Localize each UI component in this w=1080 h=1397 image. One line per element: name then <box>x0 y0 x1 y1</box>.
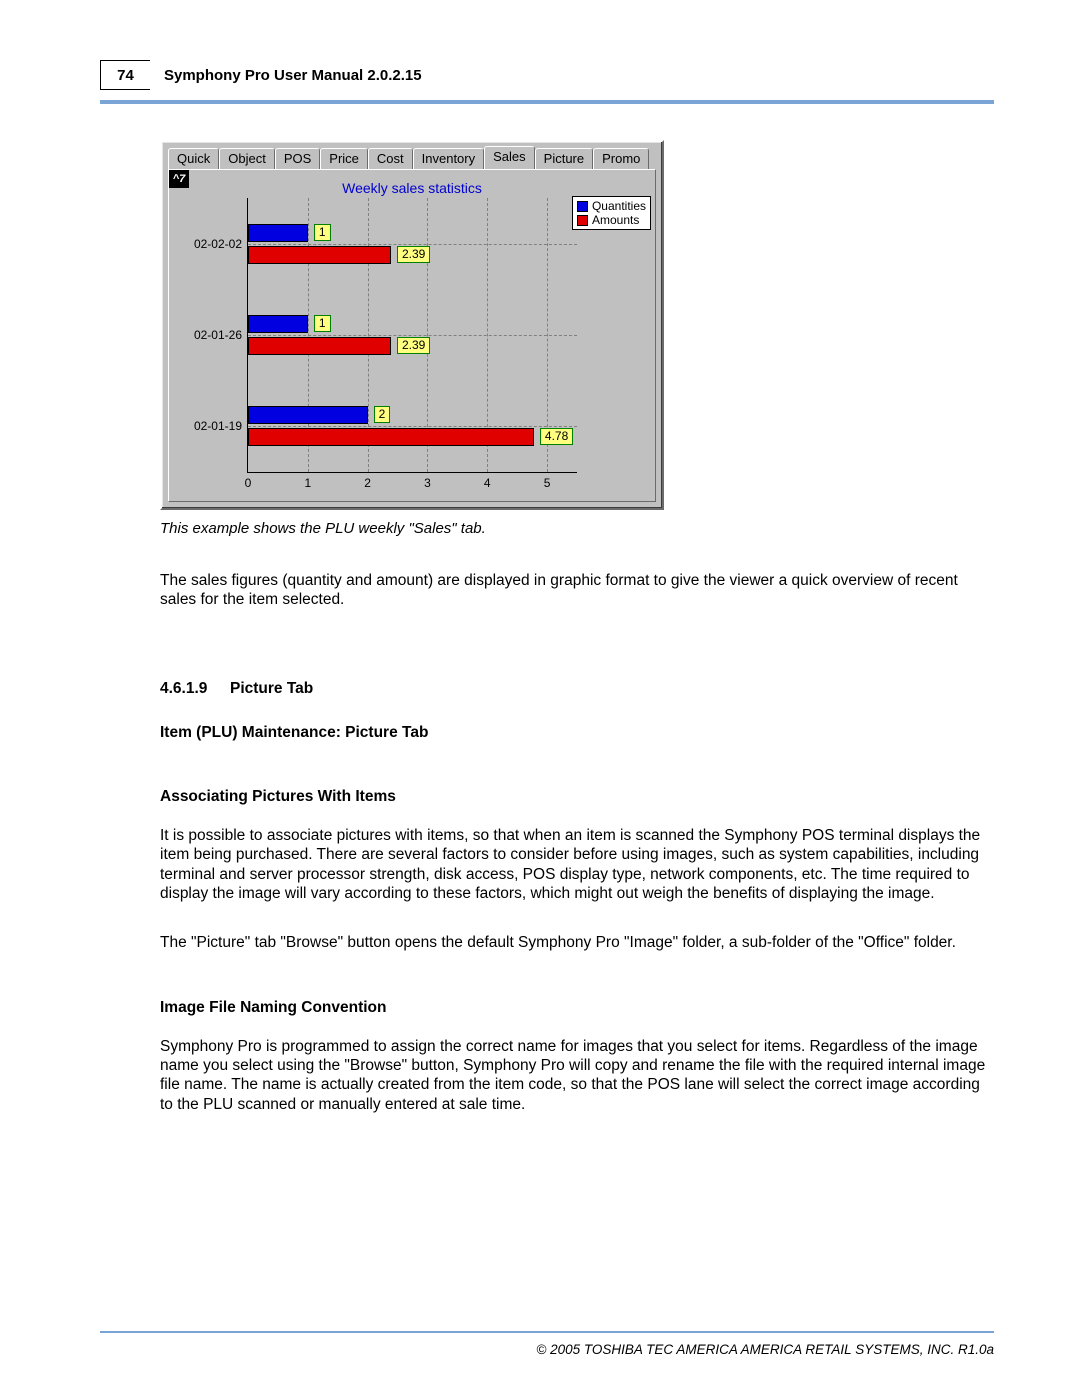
bar-label-quantities: 1 <box>314 315 331 332</box>
y-tick: 02-02-02 <box>194 237 242 251</box>
bar-label-amounts: 2.39 <box>397 337 430 354</box>
figure-caption: This example shows the PLU weekly "Sales… <box>160 520 994 537</box>
sales-tab-screenshot: Quick Object POS Price Cost Inventory Sa… <box>160 140 664 510</box>
tab-promo[interactable]: Promo <box>593 148 649 170</box>
tab-strip: Quick Object POS Price Cost Inventory Sa… <box>168 148 649 170</box>
paragraph-assoc-1: It is possible to associate pictures wit… <box>160 826 994 904</box>
x-tick: 1 <box>304 476 311 490</box>
subheading-associating-pictures: Associating Pictures With Items <box>160 788 994 806</box>
x-tick: 5 <box>544 476 551 490</box>
section-title: Picture Tab <box>230 680 313 698</box>
paragraph-sales-desc: The sales figures (quantity and amount) … <box>160 571 994 610</box>
bar-quantities <box>248 315 308 333</box>
bar-label-amounts: 2.39 <box>397 246 430 263</box>
legend: Quantities Amounts <box>572 196 651 230</box>
tab-inventory[interactable]: Inventory <box>413 148 484 170</box>
bar-label-amounts: 4.78 <box>540 428 573 445</box>
x-tick: 2 <box>364 476 371 490</box>
subheading-plu-maintenance: Item (PLU) Maintenance: Picture Tab <box>160 724 994 742</box>
legend-swatch-amounts <box>577 215 588 226</box>
bar-amounts <box>248 428 534 446</box>
paragraph-assoc-2: The "Picture" tab "Browse" button opens … <box>160 933 994 952</box>
bar-amounts <box>248 337 391 355</box>
bar-amounts <box>248 246 391 264</box>
legend-swatch-quantities <box>577 201 588 212</box>
tab-client: ^7 Weekly sales statistics Quantities Am… <box>168 169 656 502</box>
tab-picture[interactable]: Picture <box>535 148 593 170</box>
legend-label-amounts: Amounts <box>592 213 639 227</box>
page-title: Symphony Pro User Manual 2.0.2.15 <box>150 60 994 90</box>
paragraph-naming: Symphony Pro is programmed to assign the… <box>160 1037 994 1115</box>
tab-sales[interactable]: Sales <box>484 146 535 170</box>
x-tick: 0 <box>245 476 252 490</box>
y-tick: 02-01-26 <box>194 328 242 342</box>
bar-quantities <box>248 224 308 242</box>
tab-price[interactable]: Price <box>320 148 368 170</box>
chart-title: Weekly sales statistics <box>169 180 655 196</box>
page-number: 74 <box>100 60 150 90</box>
section-number: 4.6.1.9 <box>160 680 230 698</box>
tab-object[interactable]: Object <box>219 148 275 170</box>
legend-label-quantities: Quantities <box>592 199 646 213</box>
tab-quick[interactable]: Quick <box>168 148 219 170</box>
plot-area: 01234502-02-0212.3902-01-2612.3902-01-19… <box>247 198 577 473</box>
x-tick: 4 <box>484 476 491 490</box>
footer-rule <box>100 1331 994 1333</box>
bar-quantities <box>248 406 368 424</box>
bar-label-quantities: 2 <box>374 406 391 423</box>
y-tick: 02-01-19 <box>194 419 242 433</box>
x-tick: 3 <box>424 476 431 490</box>
tab-pos[interactable]: POS <box>275 148 320 170</box>
tab-cost[interactable]: Cost <box>368 148 413 170</box>
footer-text: © 2005 TOSHIBA TEC AMERICA AMERICA RETAI… <box>536 1342 994 1357</box>
header-rule <box>100 100 994 104</box>
bar-label-quantities: 1 <box>314 224 331 241</box>
subheading-image-naming: Image File Naming Convention <box>160 999 994 1017</box>
